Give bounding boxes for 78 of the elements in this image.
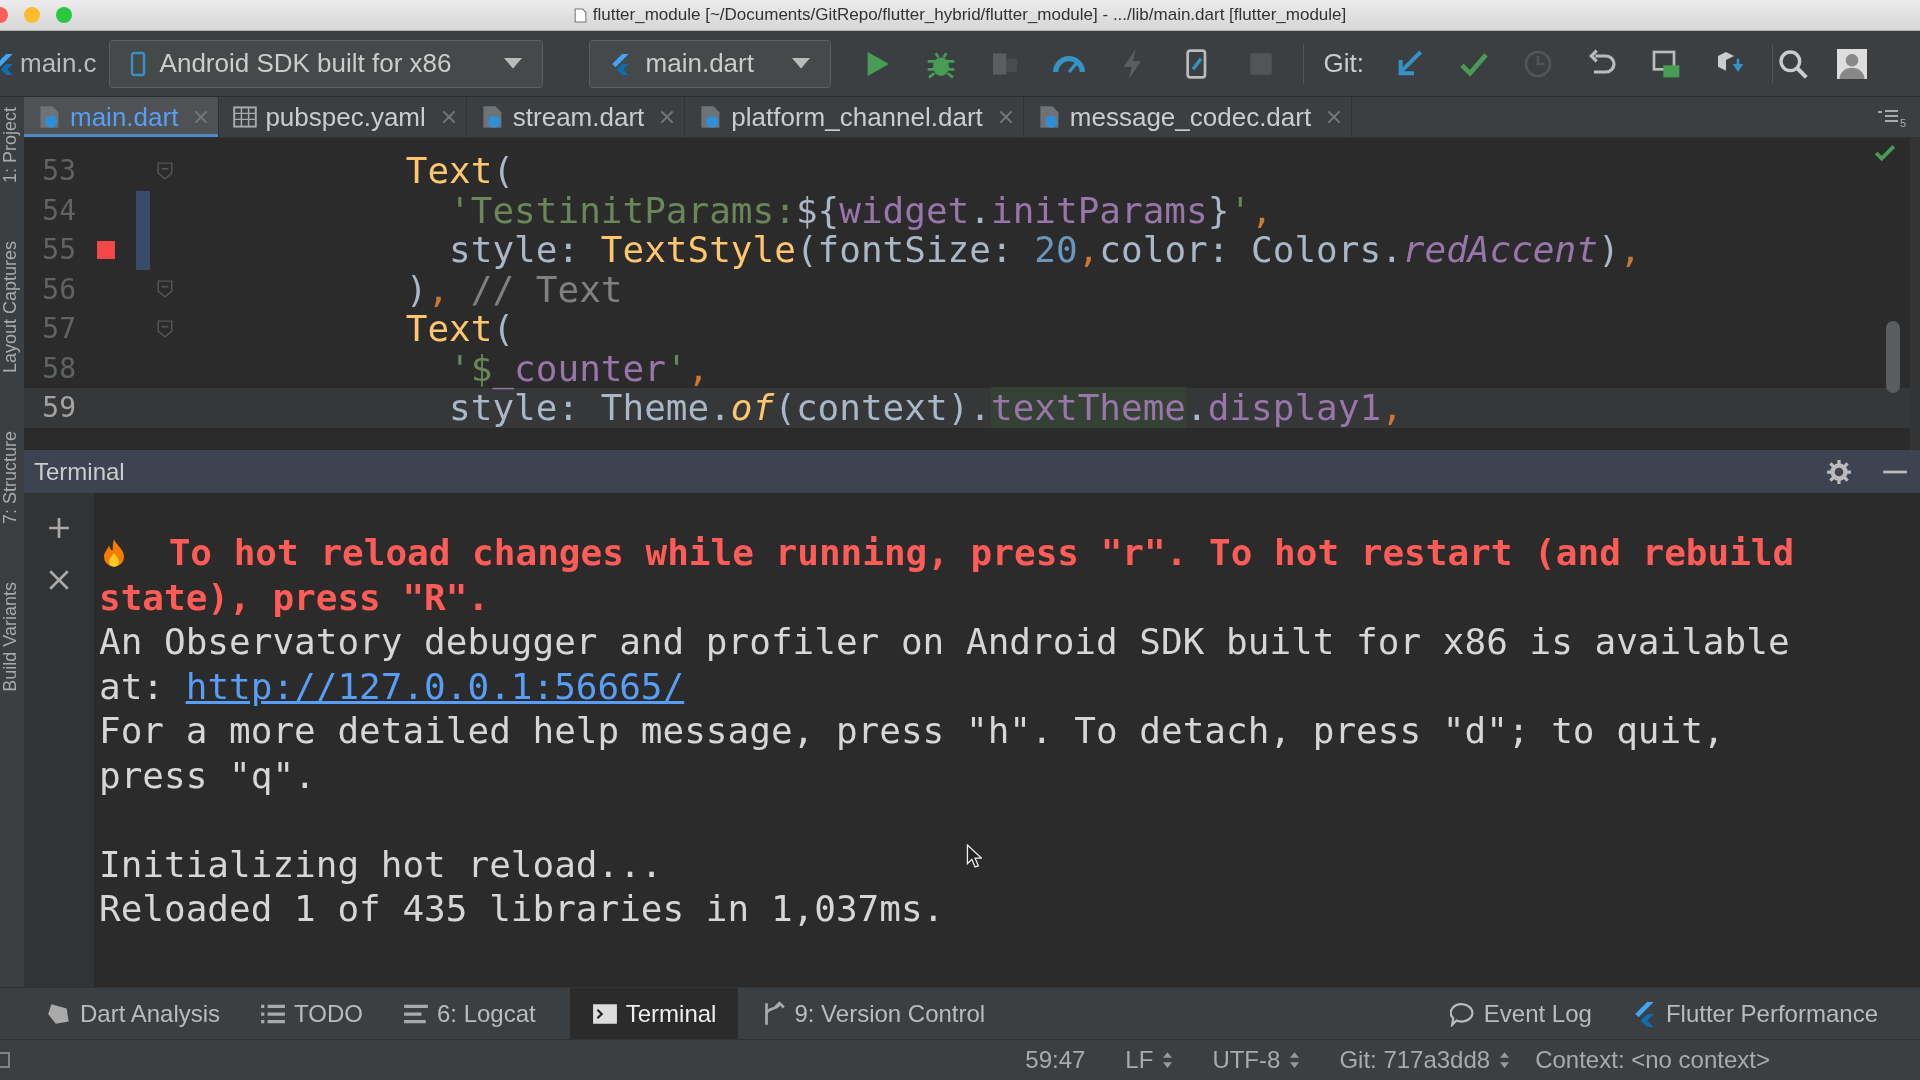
line-number: 57 [41,312,76,346]
fold-icon[interactable] [157,161,173,180]
side-panel-tab[interactable]: Build Variants [0,582,24,692]
scrollbar-thumb[interactable] [1886,321,1900,393]
line-number: 53 [41,154,76,188]
close-icon[interactable] [998,110,1013,124]
tool-window-tab[interactable]: Flutter Performance [1625,988,1896,1039]
fold-icon[interactable] [157,319,173,338]
code-line: style: TextStyle(fontSize: 20,color: Colors.redAccent), [448,229,1642,271]
editor-tab[interactable]: pubspec.yaml [219,97,467,137]
tool-window-tab[interactable]: TODO [254,988,381,1039]
project-tab[interactable]: main.c [20,48,97,79]
updown-icon [1163,1052,1173,1068]
user-icon[interactable] [1837,48,1868,79]
zoom-button[interactable] [56,7,72,23]
code-line: Text( [404,308,515,350]
tab-count: 5 [1899,117,1906,129]
side-panel-tab[interactable]: 7: Structure [0,431,24,525]
list-icon [1877,110,1898,124]
terminal-message: For a more detailed help message, press "h". To detach, press "d"; to quit, press "q". [99,709,1726,798]
breakpoint-icon[interactable] [97,240,115,259]
run-config-dropdown[interactable]: main.dart [588,39,831,88]
panel-title: Terminal [34,457,125,486]
git-label: Git: [1323,48,1365,79]
terminal-message: Initializing hot reload... [99,842,663,887]
encoding-selector[interactable]: UTF-8 [1212,1046,1300,1074]
close-icon[interactable] [48,569,70,591]
close-icon[interactable] [660,110,675,124]
tool-window-tab[interactable]: Dart Analysis [40,988,239,1039]
cursor-icon [966,844,982,868]
code-line: 'TestinitParams:${widget.initParams}', [448,189,1273,231]
side-panel-tab[interactable]: 1: Project [0,107,24,184]
editor-tab[interactable]: message_codec.dart [1023,97,1353,137]
terminal-message: state), press "R". [99,575,490,620]
code-line: ), // Text [404,268,623,310]
line-separator-selector[interactable]: LF [1125,1046,1173,1074]
context-indicator[interactable]: Context: <no context> [1535,1046,1770,1074]
cursor-position[interactable]: 59:47 [1025,1046,1086,1074]
fold-icon[interactable] [157,280,173,299]
code-line: '$_counter', [448,347,710,389]
caret-icon [503,57,522,70]
updown-icon [1500,1052,1510,1068]
tool-window-tab[interactable]: Event Log [1443,988,1610,1039]
phone-icon [129,50,146,77]
side-panel-tab[interactable]: Layout Captures [0,241,24,374]
tool-window-tab[interactable]: 6: Logcat [396,988,554,1039]
flame-icon [101,538,127,569]
line-number: 54 [41,193,76,227]
line-number: 55 [41,233,76,267]
observatory-link[interactable]: http://127.0.0.1:56665/ [185,665,685,707]
code-line: style: Theme.of(context).textTheme.display1, [448,387,1403,429]
add-icon[interactable] [48,517,70,539]
close-icon[interactable] [1327,110,1342,124]
git-branch-selector[interactable]: Git: 717a3dd8 [1339,1046,1510,1074]
line-number: 59 [41,391,76,425]
editor-tab[interactable]: platform_channel.dart [685,97,1024,137]
tab-list-button[interactable]: 5 [1877,97,1920,137]
editor-tab[interactable]: main.dart [24,97,220,137]
settings-icon[interactable] [1826,458,1852,485]
check-icon [1874,144,1896,162]
close-icon[interactable] [441,110,456,124]
updown-icon [1290,1052,1300,1068]
line-number: 56 [41,272,76,306]
table-file-icon [233,105,258,129]
editor-tab[interactable]: stream.dart [466,97,686,137]
document-icon [573,7,587,23]
terminal-message: Reloaded 1 of 435 libraries in 1,037ms. [99,887,945,931]
caret-icon [791,57,810,70]
terminal-message: To hot reload changes while running, press "r". To hot restart (and rebuild [168,531,1795,575]
tool-window-tab[interactable]: 9: Version Control [754,988,1004,1039]
window-title: flutter_module [~/Documents/GitRepo/flutter_hybrid/flutter_module] - .../lib/main.dart [flutter_module] [592,5,1347,25]
search-icon [1777,47,1810,80]
code-line: Text( [404,150,515,192]
tool-window-tab[interactable]: Terminal [569,988,739,1039]
speech-bubble-icon [1449,1000,1476,1027]
line-number: 58 [41,351,76,385]
terminal-message: An Observatory debugger and profiler on Android SDK built for x86 is available at: http://127.0.0.1:56665/ [99,620,1791,709]
device-dropdown[interactable]: Android SDK built for x86 [108,39,543,88]
